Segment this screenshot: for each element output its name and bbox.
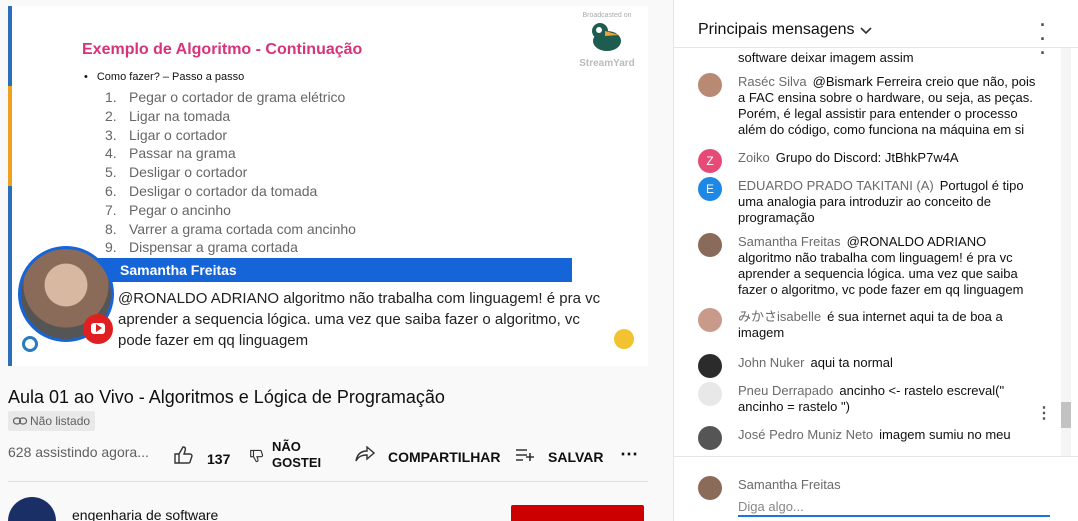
step-item: 7. Pegar o ancinho — [105, 201, 231, 218]
chat-scrollbar[interactable] — [1061, 48, 1071, 456]
video-player[interactable]: Exemplo de Algoritmo - Continuação Como … — [8, 6, 648, 366]
chevron-down-icon[interactable] — [860, 23, 872, 38]
avatar[interactable] — [698, 308, 722, 332]
more-options-icon[interactable]: ⋯ — [620, 444, 638, 465]
chat-input-area: Samantha Freitas — [674, 456, 1078, 521]
page: Exemplo de Algoritmo - Continuação Como … — [0, 0, 1078, 521]
chat-messages: software deixar imagem assim Raséc Silva… — [674, 48, 1064, 456]
channel-name[interactable]: engenharia de software — [72, 507, 218, 521]
play-icon — [96, 324, 102, 332]
save-button[interactable]: SALVAR — [515, 446, 604, 467]
step-item: 5. Desligar o cortador — [105, 164, 248, 181]
channel-avatar[interactable] — [8, 497, 56, 521]
subscribe-button[interactable] — [511, 505, 644, 521]
slide-bullet: Como fazer? – Passo a passo — [84, 71, 244, 83]
chat-author[interactable]: EDUARDO PRADO TAKITANI (A) — [738, 178, 934, 193]
step-item: 1. Pegar o cortador de grama elétrico — [105, 89, 346, 105]
playlist-add-icon — [515, 446, 540, 466]
chat-scrollbar-thumb[interactable] — [1061, 402, 1071, 428]
chat-message: Z Zoiko Grupo do Discord: JtBhkP7w4A — [698, 149, 1038, 173]
mascot-icon — [614, 329, 634, 349]
chat-author[interactable]: みかさisabelle — [738, 309, 821, 324]
step-item: 4. Passar na grama — [105, 145, 236, 162]
input-author-name: Samantha Freitas — [738, 477, 841, 492]
chat-message: Pneu Derrapado ancinho <- rastelo escreva… — [698, 382, 1038, 415]
chat-header: Principais mensagens · · · — [674, 0, 1078, 62]
message-menu-icon[interactable]: ⋮ — [1036, 403, 1052, 423]
avatar[interactable] — [698, 382, 722, 406]
duck-icon — [592, 23, 621, 51]
avatar[interactable] — [698, 354, 722, 378]
link-icon — [12, 414, 28, 428]
comment-banner-text: @RONALDO ADRIANO algoritmo não trabalha … — [118, 290, 601, 349]
thumbs-up-icon — [174, 446, 199, 468]
avatar — [698, 476, 722, 500]
comment-banner-name: Samantha Freitas — [96, 258, 572, 282]
slide-stripe-orange — [8, 86, 12, 186]
avatar[interactable]: E — [698, 177, 722, 201]
chat-author[interactable]: José Pedro Muniz Neto — [738, 427, 873, 442]
chat-input[interactable] — [738, 497, 1050, 517]
avatar[interactable]: Z — [698, 149, 722, 173]
avatar[interactable] — [698, 426, 722, 450]
step-item: 3. Ligar o cortador — [105, 126, 228, 143]
chat-menu-icon[interactable]: · · · — [1040, 16, 1046, 62]
slide-title: Exemplo de Algoritmo - Continuação — [82, 41, 363, 58]
viewer-count: 628 assistindo agora... — [8, 444, 149, 460]
live-chat-panel: Principais mensagens · · · software deixar… — [673, 0, 1078, 521]
chat-author[interactable]: John Nuker — [738, 355, 804, 370]
chat-author[interactable]: Zoiko — [738, 150, 770, 165]
slide-stripe-blue — [8, 6, 12, 86]
step-item: 2. Ligar na tomada — [105, 107, 231, 124]
chat-message: software deixar imagem assim — [738, 50, 914, 65]
streamyard-logo: Broadcasted on StreamYard — [579, 12, 635, 69]
chat-message: José Pedro Muniz Neto imagem sumiu no meu — [698, 426, 1038, 450]
steps-list: 1. Pegar o cortador de grama elétrico 2. L… — [105, 88, 356, 257]
like-button[interactable]: 137 — [174, 446, 230, 469]
avatar[interactable] — [698, 233, 722, 257]
divider — [8, 481, 648, 482]
channel-watermark-icon — [22, 336, 38, 352]
chat-author[interactable]: Samantha Freitas — [738, 234, 841, 249]
share-button[interactable]: COMPARTILHAR — [355, 445, 501, 467]
video-title: Aula 01 ao Vivo - Algoritmos e Lógica de… — [8, 387, 445, 407]
chat-message: Samantha Freitas @RONALDO ADRIANO algorit… — [698, 233, 1038, 298]
chat-author[interactable]: Raséc Silva — [738, 74, 807, 89]
step-item: 6. Desligar o cortador da tomada — [105, 182, 318, 199]
avatar[interactable] — [698, 73, 722, 97]
thumbs-down-icon — [250, 447, 264, 468]
step-item: 9. Dispensar a grama cortada — [105, 239, 298, 256]
chat-message: John Nuker aqui ta normal — [698, 354, 1038, 378]
unlisted-badge: Não listado — [8, 411, 96, 431]
share-icon — [355, 445, 380, 466]
chat-message: Raséc Silva @Bismark Ferreira creio que n… — [698, 73, 1038, 138]
step-item: 8. Varrer a grama cortada com ancinho — [105, 220, 356, 237]
chat-author[interactable]: Pneu Derrapado — [738, 383, 833, 398]
chat-message: E EDUARDO PRADO TAKITANI (A) Portugol é t… — [698, 177, 1038, 226]
slide-stripe-blue-2 — [8, 186, 12, 366]
chat-mode-selector[interactable]: Principais mensagens — [698, 21, 855, 39]
chat-message: みかさisabelle é sua internet aqui ta de boa… — [698, 308, 1038, 341]
